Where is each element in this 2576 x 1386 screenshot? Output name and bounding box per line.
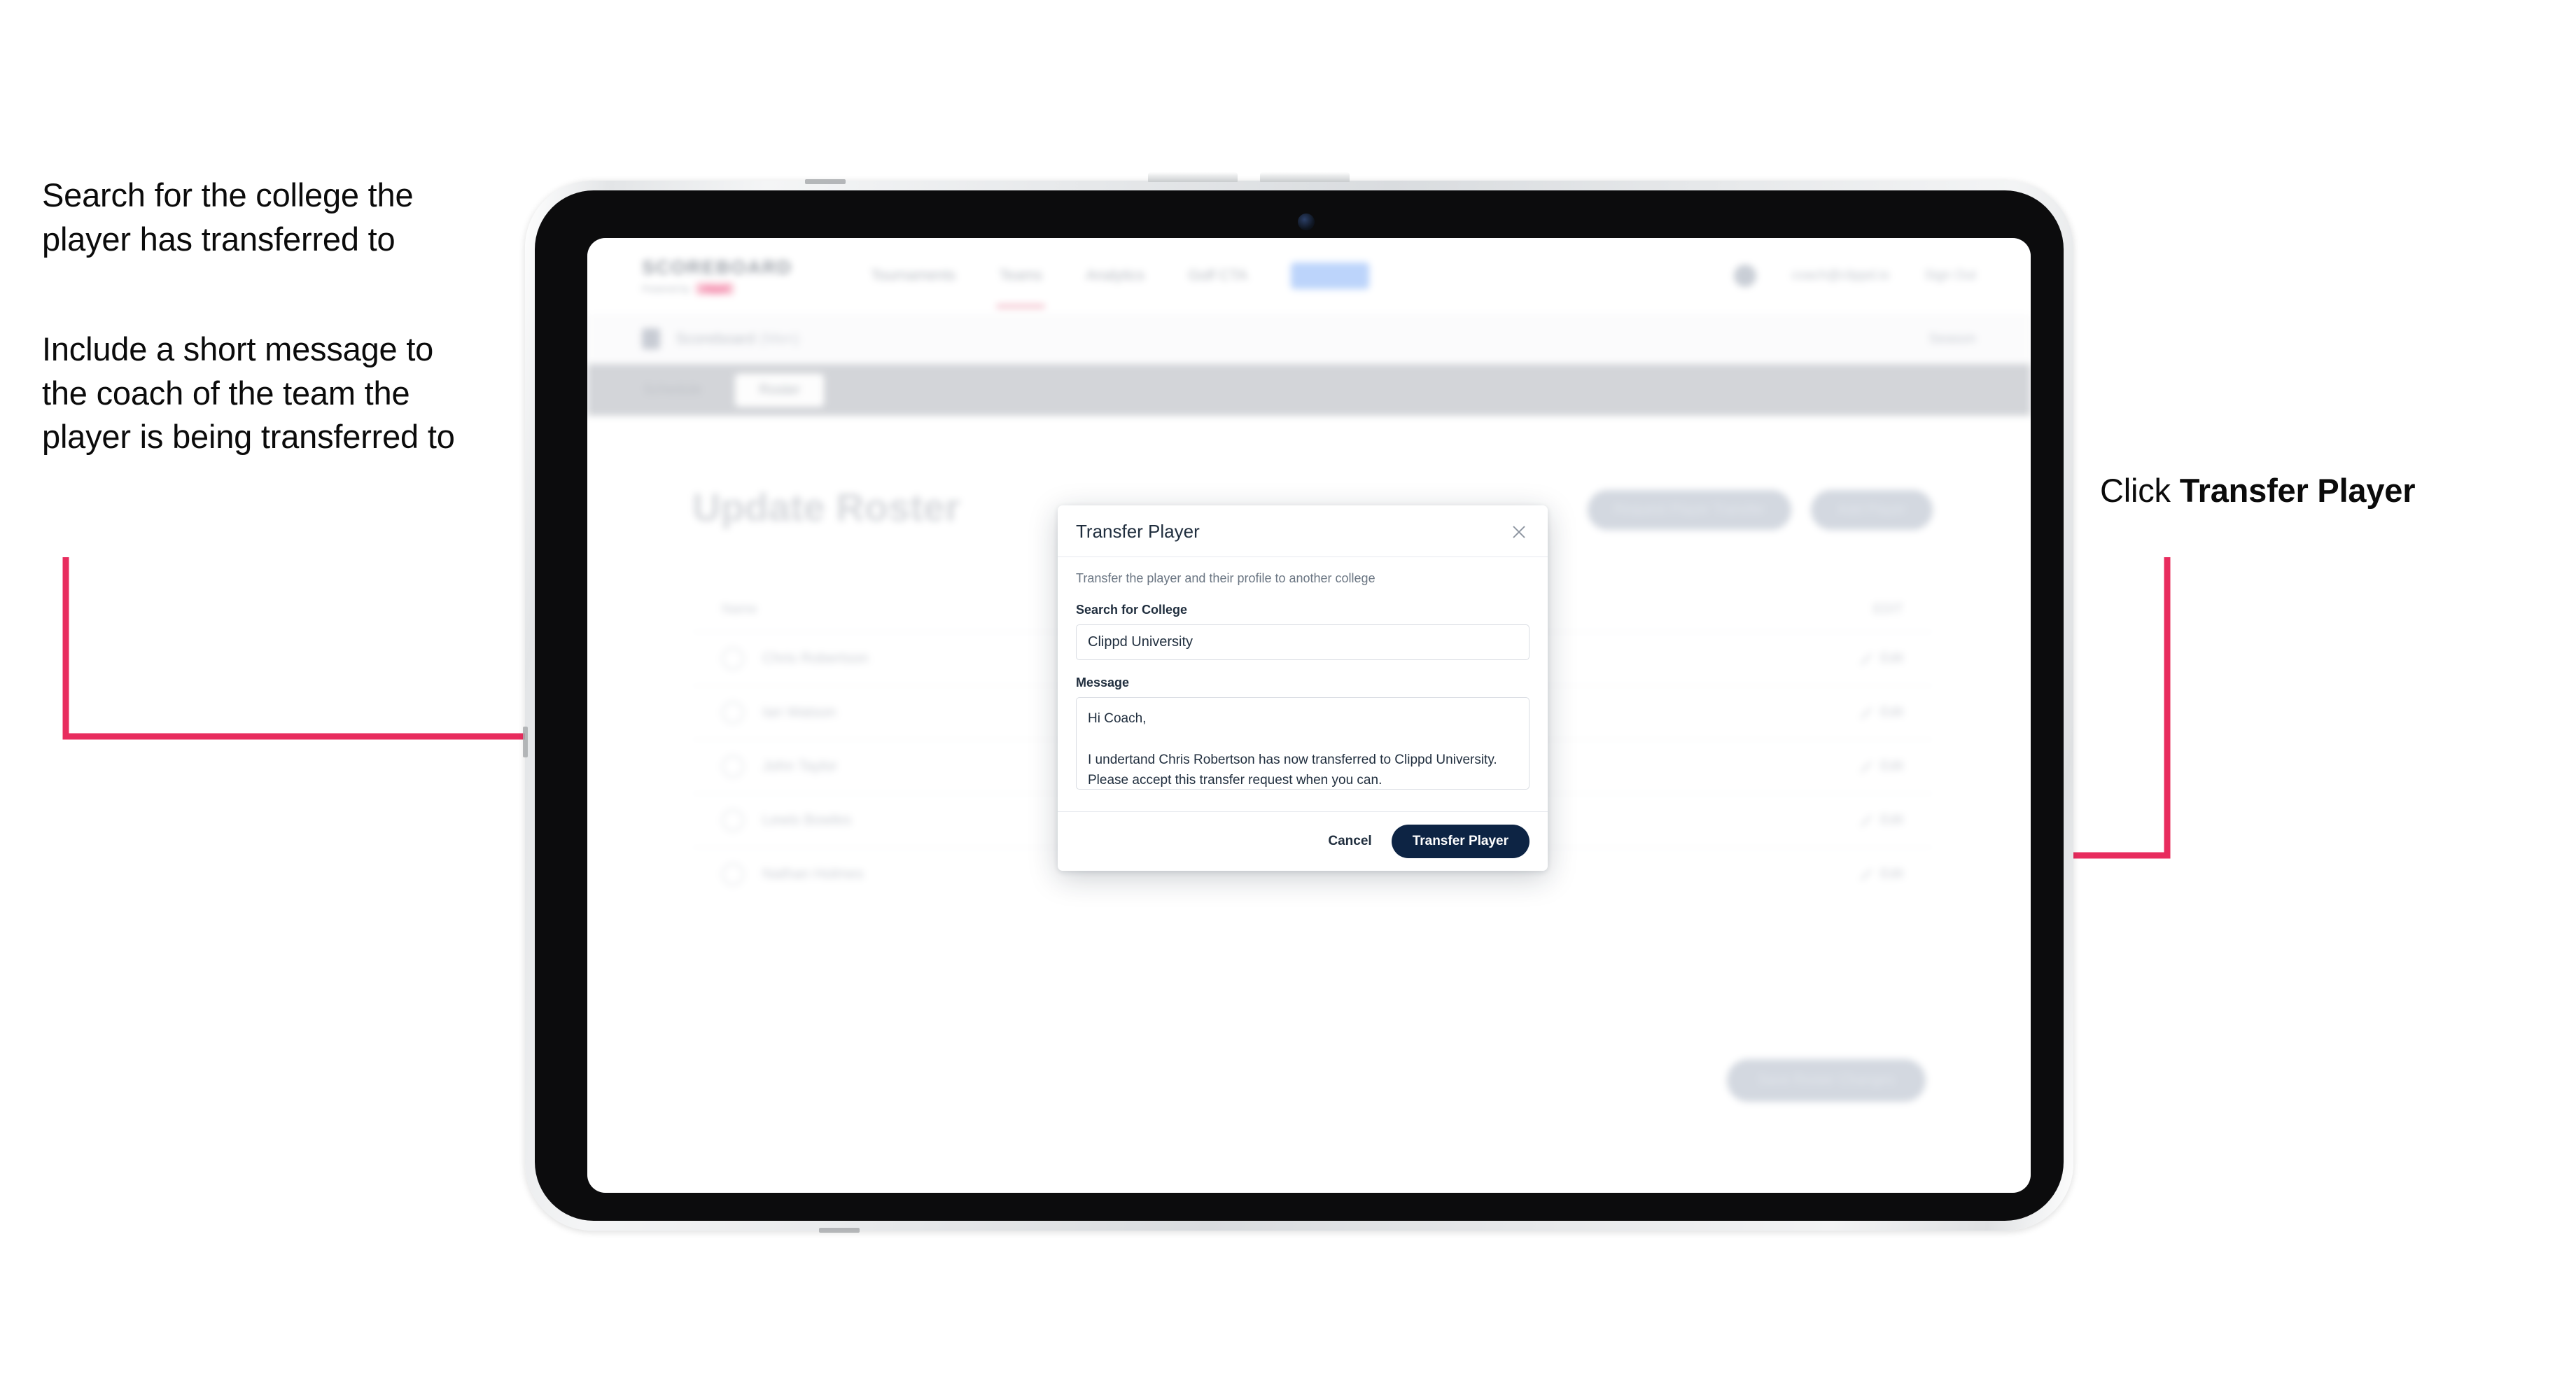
nav-link-golf-cta[interactable]: Golf CTA — [1188, 267, 1247, 284]
row-checkbox[interactable] — [722, 755, 744, 778]
brand-logo[interactable]: SCOREBOARD Powered by clippd — [642, 257, 792, 295]
message-textarea[interactable] — [1076, 697, 1530, 790]
player-name: Ian Watson — [762, 704, 836, 720]
edit-label: Edit — [1880, 759, 1903, 774]
modal-title: Transfer Player — [1076, 521, 1200, 542]
app-tabbar: Schedule Roster — [587, 364, 2031, 416]
user-email: coach@clippd.io — [1791, 268, 1890, 283]
annotation-include-message: Include a short message to the coach of … — [42, 330, 455, 455]
breadcrumb-muted: (Men) — [759, 330, 800, 347]
request-player-transfer-button[interactable]: Request Player Transfer — [1587, 490, 1792, 530]
transfer-player-button[interactable]: Transfer Player — [1391, 825, 1530, 858]
avatar[interactable] — [1734, 265, 1757, 287]
annotation-search-college: Search for the college the player has tr… — [42, 176, 414, 258]
sign-out-button[interactable]: Sign Out — [1924, 268, 1976, 284]
edit-label: Edit — [1880, 813, 1903, 827]
modal-header: Transfer Player — [1058, 505, 1548, 557]
breadcrumb-icon — [642, 328, 660, 349]
roster-col-edit: EDIT — [1872, 602, 1903, 617]
nav-right: coach@clippd.io Sign Out — [1734, 265, 1976, 287]
breadcrumb-bar: Scoreboard (Men) Season — [587, 314, 2031, 365]
edit-player-button[interactable]: Edit — [1859, 651, 1903, 666]
brand-subtitle: Powered by clippd — [642, 283, 792, 295]
pencil-icon — [1859, 868, 1872, 881]
nav-link-teams[interactable]: Teams — [996, 267, 1046, 308]
edit-label: Edit — [1880, 651, 1903, 666]
modal-footer: Cancel Transfer Player — [1058, 811, 1548, 871]
message-field-label: Message — [1076, 676, 1130, 690]
player-name: John Taylor — [762, 758, 838, 774]
row-checkbox[interactable] — [722, 863, 744, 886]
tab-schedule[interactable]: Schedule — [620, 374, 725, 407]
modal-description: Transfer the player and their profile to… — [1076, 571, 1376, 585]
front-camera-icon — [1298, 214, 1315, 230]
row-checkbox[interactable] — [722, 809, 744, 832]
search-college-input[interactable] — [1076, 624, 1530, 660]
pencil-icon — [1859, 814, 1872, 827]
edit-player-button[interactable]: Edit — [1859, 867, 1903, 882]
player-name: Lewis Bowles — [762, 812, 852, 828]
edit-player-button[interactable]: Edit — [1859, 705, 1903, 720]
annotation-click-prefix: Click — [2100, 472, 2180, 509]
college-field-label: Search for College — [1076, 603, 1188, 617]
antenna-band-top — [805, 179, 846, 184]
close-icon[interactable] — [1508, 522, 1530, 542]
cancel-button[interactable]: Cancel — [1324, 827, 1376, 856]
brand-sub-pill: clippd — [695, 283, 734, 295]
page-title: Update Roster — [692, 485, 960, 529]
annotation-click-bold: Transfer Player — [2179, 472, 2416, 509]
nav-admin-pill[interactable]: Admin — [1291, 262, 1369, 289]
pencil-icon — [1859, 652, 1872, 665]
pencil-icon — [1859, 706, 1872, 719]
breadcrumb-title: Scoreboard — [676, 330, 755, 347]
page-actions: Request Player Transfer Add Player — [1587, 490, 1933, 530]
edit-label: Edit — [1880, 705, 1903, 720]
season-selector[interactable]: Season — [1928, 331, 1976, 347]
annotation-click-transfer-player: Click Transfer Player — [2100, 469, 2534, 513]
row-checkbox[interactable] — [722, 701, 744, 724]
row-checkbox[interactable] — [722, 648, 744, 670]
tab-roster[interactable]: Roster — [735, 373, 825, 407]
player-name: Nathan Holmes — [762, 866, 864, 882]
save-roster-changes-button[interactable]: Save Roster Changes — [1727, 1059, 1926, 1102]
breadcrumb: Scoreboard (Men) — [676, 330, 799, 348]
volume-up-button[interactable] — [1148, 172, 1238, 182]
brand-name: SCOREBOARD — [642, 257, 793, 278]
modal-body: Transfer the player and their profile to… — [1058, 557, 1548, 811]
roster-col-name: Name — [722, 602, 757, 617]
volume-down-button[interactable] — [1260, 172, 1350, 182]
transfer-player-modal: Transfer Player Transfer the player and … — [1058, 505, 1548, 871]
nav-link-analytics[interactable]: Analytics — [1086, 267, 1144, 284]
antenna-band-left — [523, 727, 528, 757]
player-name: Chris Robertson — [762, 650, 869, 666]
edit-player-button[interactable]: Edit — [1859, 813, 1903, 828]
pencil-icon — [1859, 760, 1872, 773]
nav-links: Tournaments Teams Analytics Golf CTA Adm… — [871, 262, 1369, 308]
app-navbar: SCOREBOARD Powered by clippd Tournaments… — [587, 238, 2031, 314]
add-player-button[interactable]: Add Player — [1811, 490, 1933, 530]
brand-sub-text: Powered by — [642, 284, 690, 294]
antenna-band-bottom — [819, 1228, 860, 1233]
edit-player-button[interactable]: Edit — [1859, 759, 1903, 774]
edit-label: Edit — [1880, 867, 1903, 881]
nav-link-tournaments[interactable]: Tournaments — [871, 267, 955, 284]
